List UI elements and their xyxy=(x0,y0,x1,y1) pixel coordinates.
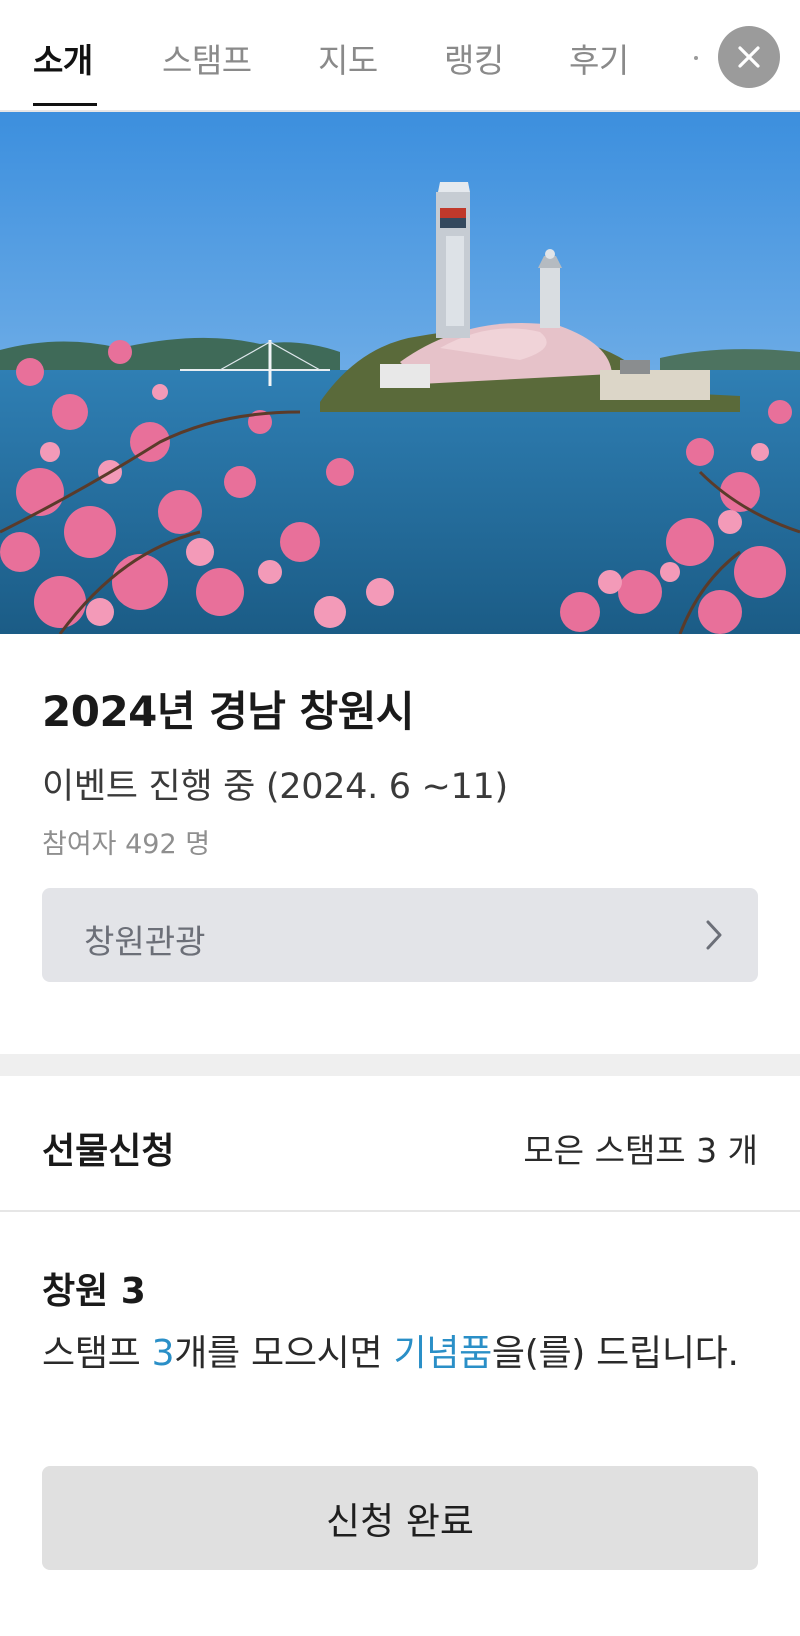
hero-image xyxy=(0,112,800,634)
tab-ranking[interactable]: 랭킹 xyxy=(444,34,504,82)
reward-desc-mid: 개를 모으시면 xyxy=(174,1333,394,1374)
reward-item: 기념품 xyxy=(393,1333,492,1374)
tourism-link-button[interactable]: 창원관광 xyxy=(42,888,758,982)
tab-intro[interactable]: 소개 xyxy=(33,34,93,82)
gift-section-header: 선물신청 모은 스탬프 3 개 xyxy=(0,1076,800,1212)
reward-desc-prefix: 스탬프 xyxy=(42,1333,152,1374)
event-title: 2024년 경남 창원시 xyxy=(42,687,414,736)
close-icon xyxy=(738,46,760,68)
reward-stamp-count: 3 xyxy=(151,1333,175,1374)
section-divider xyxy=(0,1054,800,1076)
tab-review[interactable]: 후기 xyxy=(569,34,629,82)
participant-count: 참여자 492 명 xyxy=(42,829,211,860)
tab-map[interactable]: 지도 xyxy=(318,34,378,82)
reward-description: 스탬프 3개를 모으시면 기념품을(를) 드립니다. xyxy=(42,1326,762,1382)
application-complete-button[interactable]: 신청 완료 xyxy=(42,1466,758,1570)
event-status: 이벤트 진행 중 (2024. 6 ~11) xyxy=(42,767,508,807)
reward-desc-suffix: 을(를) 드립니다. xyxy=(491,1333,739,1374)
collected-stamp-count: 모은 스탬프 3 개 xyxy=(523,1131,758,1170)
tourism-link-label: 창원관광 xyxy=(84,922,206,961)
more-tabs-indicator xyxy=(694,56,698,60)
reward-name: 창원 3 xyxy=(42,1271,146,1312)
gift-section-title: 선물신청 xyxy=(42,1131,175,1172)
top-tab-bar: 소개 스탬프 지도 랭킹 후기 xyxy=(0,0,800,112)
chevron-right-icon xyxy=(706,920,722,950)
tab-stamp[interactable]: 스탬프 xyxy=(162,34,252,82)
close-button[interactable] xyxy=(718,26,780,88)
active-tab-indicator xyxy=(33,103,97,106)
